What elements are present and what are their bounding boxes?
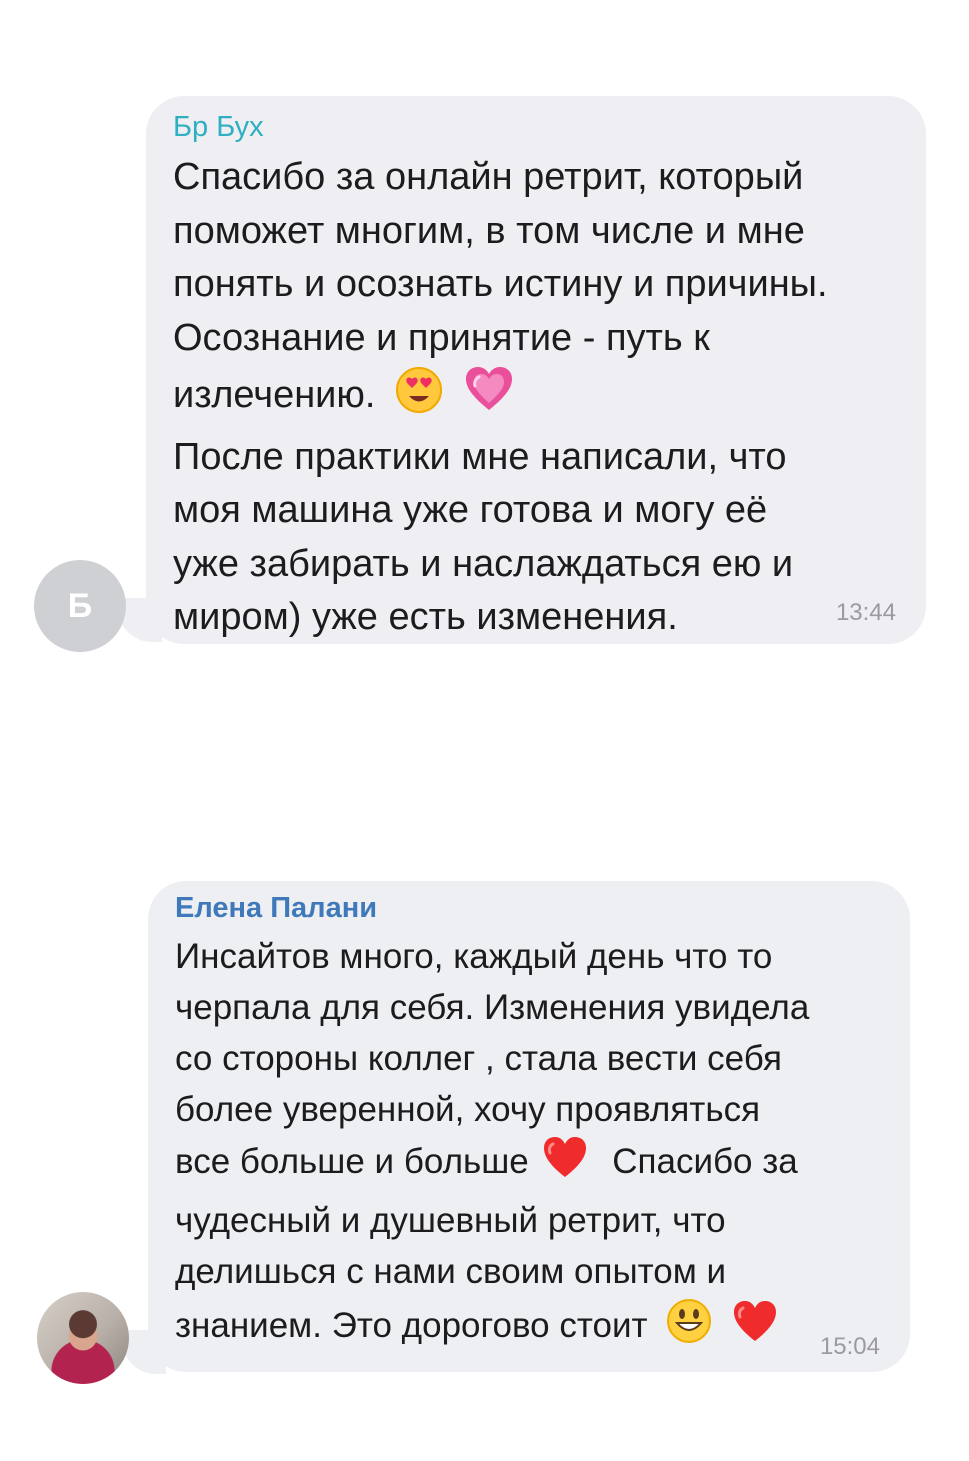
message-line: все больше и больше Спасибо за — [175, 1135, 809, 1195]
heart-eyes-emoji-icon — [394, 365, 444, 431]
message-line-text: знанием. Это дорогово стоит — [175, 1306, 648, 1345]
message-line: Инсайтов много, каждый день что то — [175, 937, 773, 976]
message-line: более уверенной, хочу проявляться — [175, 1090, 761, 1129]
message-line: Спасибо за онлайн ретрит, который — [173, 156, 804, 198]
avatar-photo[interactable] — [37, 1292, 129, 1384]
message-line: После практики мне написали, что — [173, 435, 787, 478]
message-line-text: излечению. — [173, 374, 376, 416]
sender-name[interactable]: Бр Бух — [173, 113, 264, 142]
message-bubble[interactable]: Бр Бух Спасибо за онлайн ретрит, который… — [146, 96, 926, 644]
message-line-text: все больше и больше — [175, 1142, 529, 1181]
avatar-initial: Б — [67, 586, 93, 625]
sender-name[interactable]: Елена Палани — [175, 894, 377, 923]
message-line: Осознание и принятие - путь к — [173, 316, 710, 359]
message-line: моя машина уже готова и могу её — [173, 489, 768, 531]
sparkling-heart-emoji-icon — [463, 365, 515, 431]
message-line: знанием. Это дорогово стоит — [175, 1297, 809, 1359]
message-line: чудесный и душевный ретрит, что — [175, 1201, 726, 1240]
message-line: миром) уже есть изменения. — [173, 596, 678, 638]
message-line: излечению. — [173, 365, 828, 431]
message-text: Спасибо за онлайн ретрит, который поможе… — [173, 151, 828, 645]
message-line: со стороны коллег , стала вести себя — [175, 1039, 782, 1078]
message-timestamp: 15:04 — [819, 1333, 880, 1360]
message-line: понять и осознать истину и причины. — [173, 263, 828, 305]
red-heart-emoji-icon — [731, 1299, 779, 1359]
red-heart-emoji-icon — [541, 1135, 589, 1195]
message-bubble[interactable]: Елена Палани Инсайтов много, каждый день… — [148, 881, 910, 1372]
message-line: черпала для себя. Изменения увидела — [175, 988, 810, 1027]
message-line: делишься с нами своим опытом и — [175, 1252, 727, 1291]
message-text: Инсайтов много, каждый день что то черпа… — [175, 931, 809, 1359]
message-line-text: Спасибо за — [612, 1142, 798, 1181]
smiling-face-emoji-icon — [665, 1297, 713, 1359]
message-line: уже забирать и наслаждаться ею и — [173, 542, 794, 585]
avatar[interactable]: Б — [34, 560, 126, 652]
message-timestamp: 13:44 — [835, 599, 896, 626]
message-line: поможет многим, в том числе и мне — [173, 209, 805, 252]
